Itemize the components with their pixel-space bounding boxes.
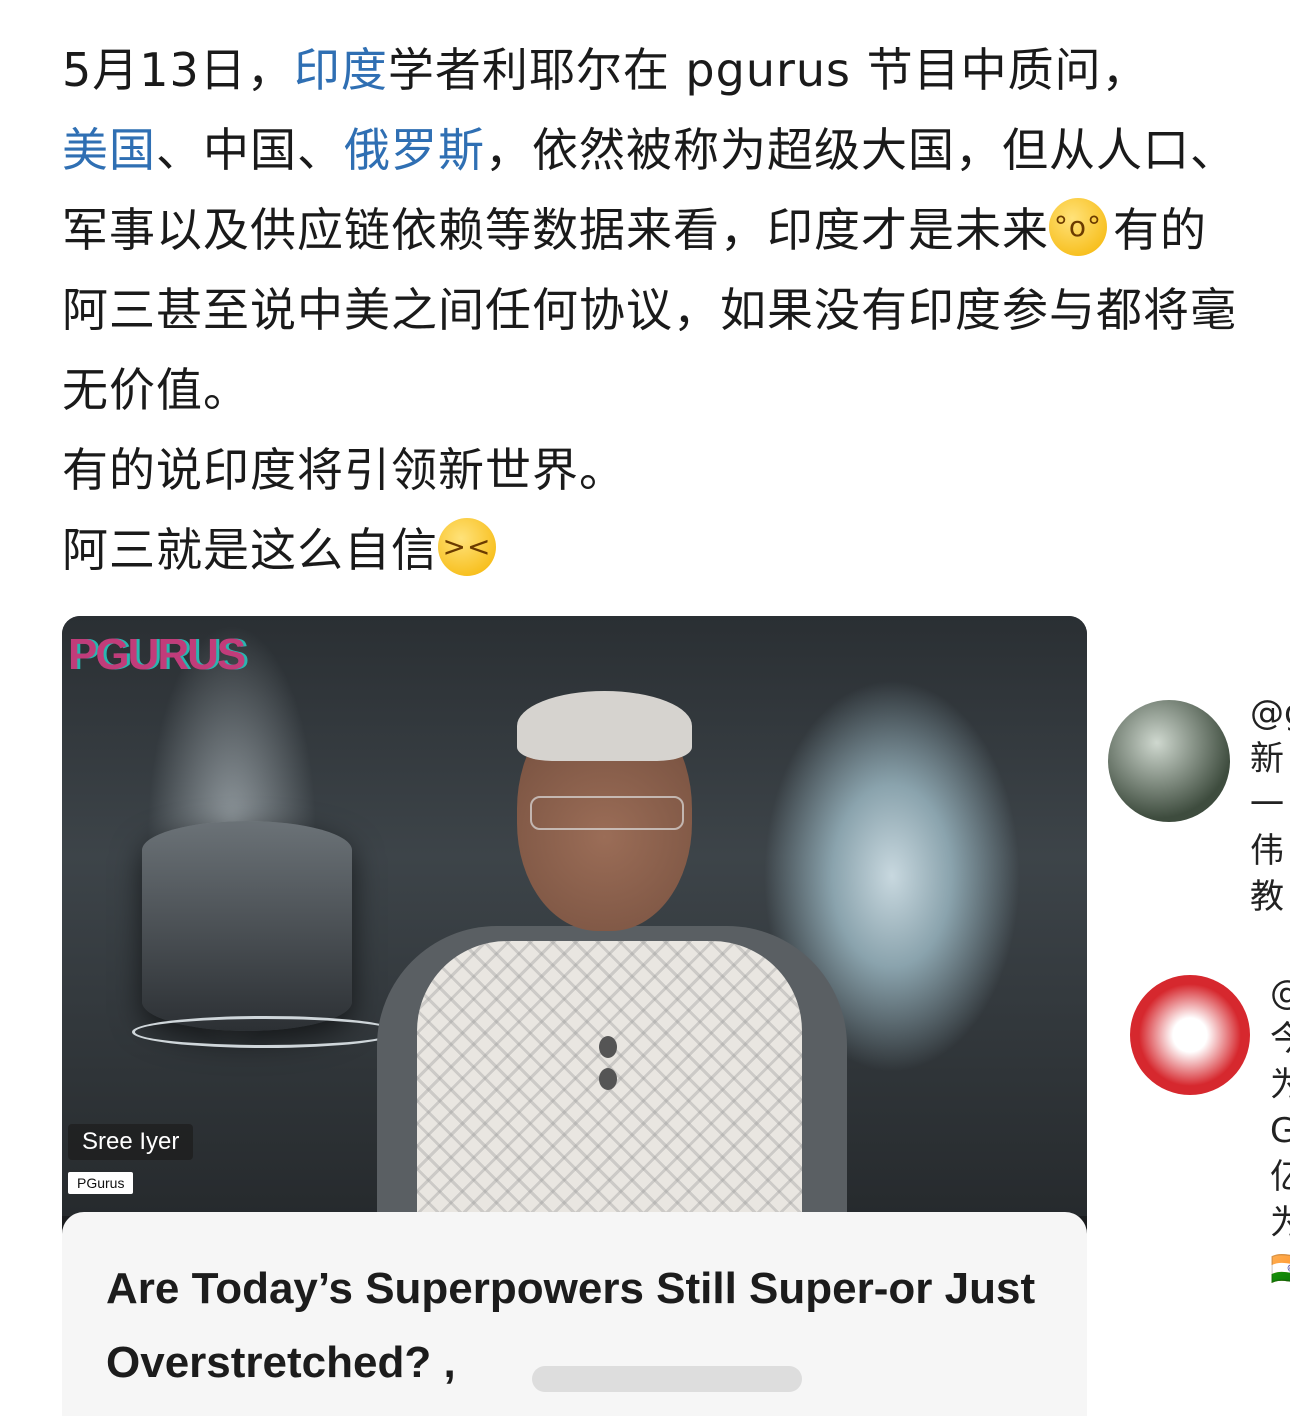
commenter-avatar[interactable]: [1108, 700, 1230, 822]
grinning-squinting-face-emoji-icon: ><: [438, 518, 496, 576]
commenter-avatar[interactable]: [1130, 975, 1250, 1095]
post-body: 5月13日，印度学者利耶尔在 pgurus 节目中质问， 美国、中国、俄罗斯，依…: [62, 30, 1242, 590]
weibo-watermark: [532, 1366, 802, 1392]
vest-button: [599, 1036, 617, 1058]
comment-line: 一: [1250, 785, 1284, 825]
flushed-face-emoji-icon: °o°: [1049, 198, 1107, 256]
vest-button: [599, 1068, 617, 1090]
topic-link-russia[interactable]: 俄罗斯: [344, 123, 485, 177]
channel-tag: PGurus: [68, 1172, 134, 1194]
post-paragraph-2: 有的说印度将引领新世界。: [62, 443, 626, 497]
comment-side-panel: @g 新 一 伟 教 @ 今 为 G 亿 为 🇮🇳: [1100, 690, 1290, 1408]
comment-snippet[interactable]: @g 新 一 伟 教: [1250, 690, 1290, 920]
comment-line: G: [1270, 1111, 1290, 1151]
post-paragraph-1: 5月13日，印度学者利耶尔在 pgurus 节目中质问， 美国、中国、俄罗斯，依…: [62, 30, 1242, 430]
comment-line: @g: [1250, 693, 1290, 733]
background-pedestal: [142, 821, 352, 1031]
topic-link-india[interactable]: 印度: [294, 43, 388, 97]
post-text: 阿三就是这么自信: [62, 523, 438, 577]
speaker-hair: [517, 691, 692, 761]
post-text: 学者利耶尔在 pgurus 节目中质问，: [387, 43, 1149, 97]
speaker-glasses: [530, 796, 684, 830]
comment-snippet[interactable]: @ 今 为 G 亿 为 🇮🇳: [1270, 970, 1290, 1292]
video-thumbnail[interactable]: PGURUS Sree Iyer PGurus: [62, 616, 1087, 1216]
post-paragraph-3: 阿三就是这么自信 ><: [62, 510, 1242, 590]
comment-line: 为: [1270, 1203, 1290, 1243]
background-ring: [132, 1016, 398, 1048]
comment-line: 教: [1250, 877, 1284, 917]
comment-line: 亿: [1270, 1157, 1290, 1197]
comment-line: 🇮🇳: [1270, 1246, 1290, 1292]
comment-line: @: [1270, 970, 1290, 1016]
topic-link-usa[interactable]: 美国: [62, 123, 156, 177]
comment-line: 伟: [1250, 831, 1284, 871]
comment-line: 为: [1270, 1065, 1290, 1105]
pgurus-logo: PGURUS: [68, 630, 246, 679]
speaker-name-tag: Sree Iyer: [68, 1124, 194, 1160]
comment-line: 新: [1250, 739, 1284, 779]
comment-line: 今: [1270, 1019, 1290, 1059]
video-card[interactable]: PGURUS Sree Iyer PGurus Are Today’s Supe…: [62, 616, 1087, 1416]
post-text-date: 5月13日，: [62, 43, 294, 97]
post-text: 、中国、: [156, 123, 344, 177]
